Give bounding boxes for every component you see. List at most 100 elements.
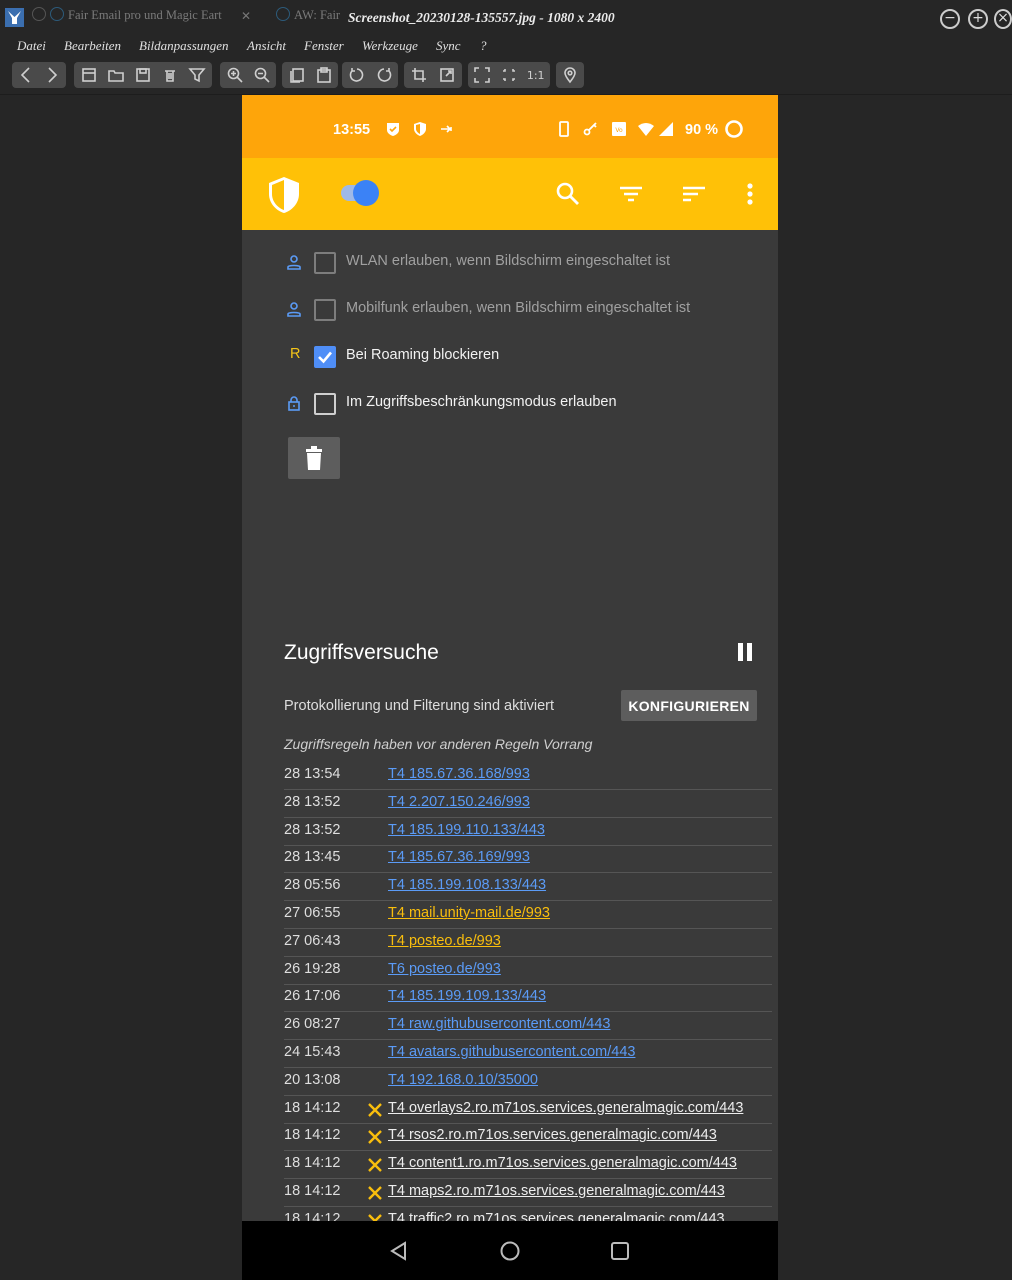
access-row[interactable]: 28 13:54 T4 185.67.36.168/993 [242, 762, 778, 790]
menu-fenster[interactable]: Fenster [304, 38, 344, 54]
recents-nav-icon[interactable] [609, 1240, 631, 1262]
menu-werkzeuge[interactable]: Werkzeuge [362, 38, 418, 54]
minimize-icon[interactable]: − [940, 9, 960, 29]
access-row[interactable]: 28 13:52 T4 185.199.110.133/443 [242, 818, 778, 846]
delete-rules-button[interactable] [288, 437, 340, 479]
wifi-icon [638, 123, 654, 136]
access-destination-link[interactable]: T4 raw.githubusercontent.com/443 [388, 1016, 610, 1032]
access-destination-link[interactable]: T4 avatars.githubusercontent.com/443 [388, 1044, 635, 1060]
access-row[interactable]: 18 14:12 T4 rsos2.ro.m71os.services.gener… [242, 1123, 778, 1152]
home-nav-icon[interactable] [499, 1240, 521, 1262]
rule-lockdown[interactable]: Im Zugriffsbeschränkungsmodus erlauben [242, 381, 778, 427]
crop-icon[interactable] [408, 64, 430, 86]
pause-icon[interactable] [738, 643, 756, 663]
filter-icon[interactable] [187, 64, 208, 86]
access-row[interactable]: 24 15:43 T4 avatars.githubusercontent.com… [242, 1040, 778, 1068]
forward-icon[interactable] [42, 64, 62, 86]
access-row[interactable]: 18 14:12 T4 overlays2.ro.m71os.services.g… [242, 1096, 778, 1124]
window-title-bar: Fair Email pro und Magic Eart ✕ AW: Fair… [0, 0, 1012, 36]
access-destination-link[interactable]: T4 185.67.36.168/993 [388, 766, 530, 782]
checkbox[interactable] [314, 299, 336, 321]
access-destination-link[interactable]: T4 185.199.109.133/443 [388, 988, 546, 1004]
search-icon[interactable] [554, 180, 582, 208]
access-row[interactable]: 18 14:12 T4 maps2.ro.m71os.services.gener… [242, 1179, 778, 1207]
checkmark-icon [318, 351, 332, 364]
save-icon[interactable] [132, 64, 153, 86]
access-row[interactable]: 28 13:45 T4 185.67.36.169/993 [242, 845, 778, 874]
phone-icon [559, 121, 569, 137]
access-destination-link[interactable]: T4 192.168.0.10/35000 [388, 1072, 538, 1088]
access-destination-link[interactable]: T4 maps2.ro.m71os.services.generalmagic.… [388, 1183, 725, 1199]
access-destination-link[interactable]: T6 posteo.de/993 [388, 961, 501, 977]
location-pin-icon[interactable] [559, 64, 581, 86]
menu-bildanpassungen[interactable]: Bildanpassungen [139, 38, 229, 54]
delete-icon[interactable] [160, 64, 181, 86]
menu-ansicht[interactable]: Ansicht [247, 38, 286, 54]
shield-icon [414, 122, 426, 136]
copy-icon[interactable] [286, 64, 307, 86]
access-destination-link[interactable]: T4 185.67.36.169/993 [388, 849, 530, 865]
access-destination-link[interactable]: T4 content1.ro.m71os.services.generalmag… [388, 1155, 737, 1171]
menu-help[interactable]: ? [480, 38, 487, 54]
access-destination-link[interactable]: T4 mail.unity-mail.de/993 [388, 905, 550, 921]
maximize-icon[interactable]: + [968, 9, 988, 29]
access-destination-link[interactable]: T4 rsos2.ro.m71os.services.generalmagic.… [388, 1127, 717, 1143]
access-row[interactable]: 27 06:55 T4 mail.unity-mail.de/993 [242, 901, 778, 929]
resize-icon[interactable] [436, 64, 458, 86]
paste-icon[interactable] [313, 64, 334, 86]
filter-icon[interactable] [617, 180, 645, 208]
access-row[interactable]: 28 13:52 T4 2.207.150.246/993 [242, 790, 778, 818]
access-row[interactable]: 28 05:56 T4 185.199.108.133/443 [242, 873, 778, 902]
rotate-left-icon[interactable] [346, 64, 367, 86]
checkbox[interactable] [314, 252, 336, 274]
zoom-in-icon[interactable] [224, 64, 245, 86]
rule-mobile-screen-on[interactable]: Mobilfunk erlauben, wenn Bildschirm eing… [242, 287, 778, 333]
rule-wlan-screen-on[interactable]: WLAN erlauben, wenn Bildschirm eingescha… [242, 240, 778, 286]
open-file-icon[interactable] [78, 64, 99, 86]
checkbox-checked[interactable] [314, 346, 336, 368]
tab-label: AW: Fair [294, 8, 341, 22]
back-icon[interactable] [16, 64, 36, 86]
rule-block-roaming[interactable]: R Bei Roaming blockieren [242, 334, 778, 380]
shield-check-icon [387, 123, 399, 136]
access-row[interactable]: 26 17:06 T4 185.199.109.133/443 [242, 984, 778, 1013]
access-destination-link[interactable]: T4 185.199.108.133/443 [388, 877, 546, 893]
checkbox[interactable] [314, 393, 336, 415]
person-icon [287, 255, 301, 270]
access-destination-link[interactable]: T4 overlays2.ro.m71os.services.generalma… [388, 1100, 743, 1116]
menu-datei[interactable]: Datei [17, 38, 46, 54]
access-time: 18 14:12 [284, 1127, 341, 1144]
tab-fair-email[interactable]: Fair Email pro und Magic Eart [32, 7, 256, 29]
lock-icon [288, 396, 300, 411]
rotate-right-icon[interactable] [373, 64, 394, 86]
access-row[interactable]: 26 19:28 T6 posteo.de/993 [242, 957, 778, 985]
toggle-knob [353, 180, 379, 206]
tab-pin-icon[interactable] [32, 7, 46, 21]
actual-size-icon[interactable]: 1:1 [525, 64, 546, 86]
overflow-menu-icon[interactable] [736, 180, 764, 208]
access-row[interactable]: 18 14:12 T4 content1.ro.m71os.services.ge… [242, 1151, 778, 1180]
menu-sync[interactable]: Sync [436, 38, 461, 54]
rule-label: WLAN erlauben, wenn Bildschirm eingescha… [346, 253, 670, 269]
access-destination-link[interactable]: T4 2.207.150.246/993 [388, 794, 530, 810]
fit-window-icon[interactable] [499, 64, 520, 86]
access-row[interactable]: 27 06:43 T4 posteo.de/993 [242, 929, 778, 957]
fullscreen-icon[interactable] [472, 64, 493, 86]
zoom-out-icon[interactable] [251, 64, 272, 86]
folder-icon[interactable] [105, 64, 126, 86]
access-row[interactable]: 26 08:27 T4 raw.githubusercontent.com/443 [242, 1012, 778, 1041]
blocked-x-icon [368, 1102, 382, 1117]
sort-icon[interactable] [680, 180, 708, 208]
close-icon[interactable]: × [994, 9, 1012, 29]
access-row[interactable]: 20 13:08 T4 192.168.0.10/35000 [242, 1068, 778, 1096]
access-time: 18 14:12 [284, 1155, 341, 1172]
tab-close-icon[interactable]: ✕ [241, 9, 251, 23]
access-destination-link[interactable]: T4 posteo.de/993 [388, 933, 501, 949]
tab-aw-fair[interactable]: AW: Fair [276, 7, 348, 29]
back-nav-icon[interactable] [388, 1240, 410, 1262]
configure-button[interactable]: KONFIGURIEREN [621, 690, 757, 721]
menu-bearbeiten[interactable]: Bearbeiten [64, 38, 121, 54]
access-time: 26 19:28 [284, 960, 341, 977]
access-destination-link[interactable]: T4 185.199.110.133/443 [388, 822, 545, 838]
browser-icon [276, 7, 290, 21]
